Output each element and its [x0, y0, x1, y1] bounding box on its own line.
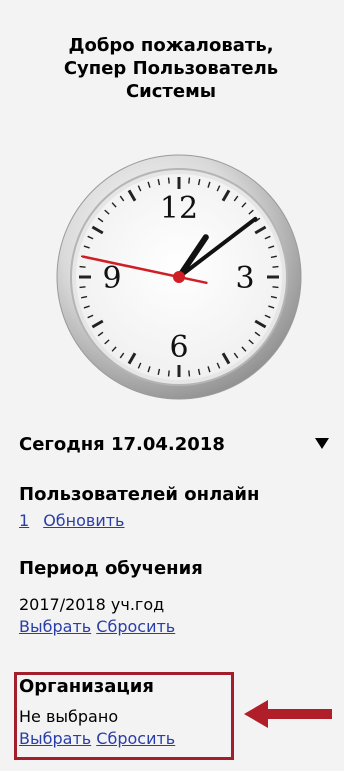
clock-minute-tick — [167, 177, 170, 184]
study-period-select-link[interactable]: Выбрать — [19, 617, 91, 636]
organization-title: Организация — [19, 676, 154, 697]
online-users-count[interactable]: 1 — [19, 511, 29, 530]
online-users-line: 1 Обновить — [19, 511, 124, 531]
clock-minute-tick — [167, 370, 170, 377]
welcome-line-greeting: Добро пожаловать, — [68, 35, 274, 56]
online-users-title: Пользователей онлайн — [19, 484, 260, 505]
welcome-message: Добро пожаловать, Супер Пользователь Сис… — [14, 34, 328, 103]
organization-reset-link[interactable]: Сбросить — [96, 729, 175, 748]
clock-minute-tick — [272, 265, 279, 268]
clock-numeral-9: 9 — [102, 261, 121, 296]
organization-value: Не выбрано — [19, 707, 119, 726]
analog-clock: 12 3 6 9 — [56, 154, 302, 400]
pointer-arrow-icon — [244, 700, 332, 728]
study-period-reset-link[interactable]: Сбросить — [96, 617, 175, 636]
triangle-down-icon[interactable] — [313, 434, 331, 452]
user-info-panel: Добро пожаловать, Супер Пользователь Сис… — [0, 0, 344, 771]
study-period-value: 2017/2018 уч.год — [19, 595, 165, 614]
clock-minute-tick — [79, 286, 86, 289]
clock-numeral-12: 12 — [160, 191, 198, 226]
welcome-line-system: Системы — [125, 81, 217, 102]
clock-minute-tick — [272, 286, 279, 289]
today-row: Сегодня 17.04.2018 — [19, 432, 331, 460]
welcome-line-role: Супер Пользователь — [63, 58, 279, 79]
clock-minute-tick — [188, 370, 191, 377]
organization-select-link[interactable]: Выбрать — [19, 729, 91, 748]
study-period-actions: Выбрать Сбросить — [19, 617, 175, 637]
clock-minute-tick — [79, 265, 86, 268]
clock-numeral-6: 6 — [169, 330, 188, 365]
refresh-online-link[interactable]: Обновить — [43, 511, 124, 530]
organization-actions: Выбрать Сбросить — [19, 729, 175, 749]
study-period-title: Период обучения — [19, 558, 203, 579]
clock-numeral-3: 3 — [235, 261, 254, 296]
clock-minute-tick — [188, 177, 191, 184]
clock-center-cap — [173, 271, 185, 283]
today-date: Сегодня 17.04.2018 — [19, 434, 225, 455]
